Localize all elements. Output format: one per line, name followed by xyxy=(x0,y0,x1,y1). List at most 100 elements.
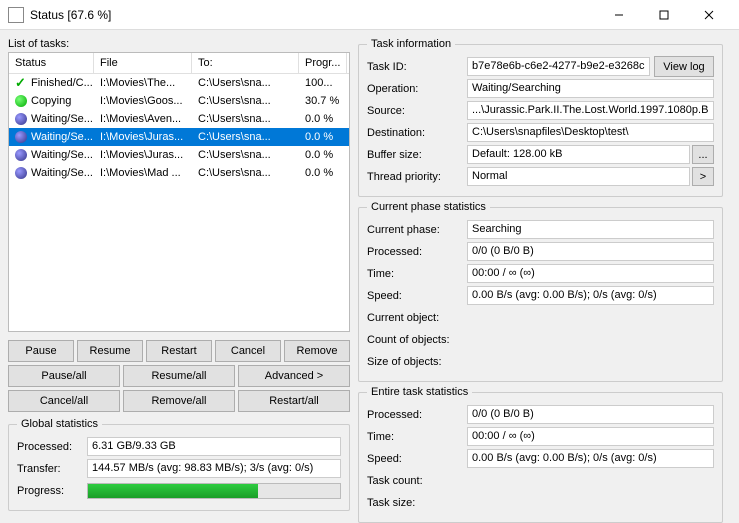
source-value: ...\Jurassic.Park.II.The.Lost.World.1997… xyxy=(467,101,714,120)
table-row[interactable]: Waiting/Se...I:\Movies\Mad ...C:\Users\s… xyxy=(9,164,349,182)
to-cell: C:\Users\sna... xyxy=(192,167,299,179)
close-button[interactable] xyxy=(686,1,731,29)
global-processed-label: Processed: xyxy=(17,441,87,453)
table-row[interactable]: Waiting/Se...I:\Movies\Juras...C:\Users\… xyxy=(9,146,349,164)
restart-button[interactable]: Restart xyxy=(146,340,212,362)
entire-tasksize-value xyxy=(467,493,714,512)
status-text: Waiting/Se... xyxy=(31,167,93,179)
phase-legend: Current phase statistics xyxy=(367,201,490,213)
minimize-button[interactable] xyxy=(596,1,641,29)
global-transfer-label: Transfer: xyxy=(17,463,87,475)
resume-all-button[interactable]: Resume/all xyxy=(123,365,235,387)
entire-processed-label: Processed: xyxy=(367,409,467,421)
priority-label: Thread priority: xyxy=(367,171,467,183)
task-information: Task information Task ID: b7e78e6b-c6e2-… xyxy=(358,38,723,197)
to-cell: C:\Users\sna... xyxy=(192,95,299,107)
view-log-button[interactable]: View log xyxy=(654,56,714,77)
global-progress-label: Progress: xyxy=(17,485,87,497)
status-text: Waiting/Se... xyxy=(31,131,93,143)
status-icon: ✓ xyxy=(15,77,27,89)
pause-button[interactable]: Pause xyxy=(8,340,74,362)
priority-button[interactable]: > xyxy=(692,167,714,186)
phase-processed-value: 0/0 (0 B/0 B) xyxy=(467,242,714,261)
global-progress-bar xyxy=(87,483,341,499)
window-title: Status [67.6 %] xyxy=(30,8,596,22)
task-list[interactable]: Status File To: Progr... ✓Finished/C...I… xyxy=(8,52,350,332)
advanced-button[interactable]: Advanced > xyxy=(238,365,350,387)
progress-cell: 0.0 % xyxy=(299,131,347,143)
to-cell: C:\Users\sna... xyxy=(192,149,299,161)
phase-count-label: Count of objects: xyxy=(367,334,467,346)
entire-legend: Entire task statistics xyxy=(367,386,472,398)
entire-time-label: Time: xyxy=(367,431,467,443)
status-icon xyxy=(15,113,27,125)
phase-size-value xyxy=(467,352,714,371)
global-transfer-value: 144.57 MB/s (avg: 98.83 MB/s); 3/s (avg:… xyxy=(87,459,341,478)
operation-label: Operation: xyxy=(367,83,467,95)
phase-time-label: Time: xyxy=(367,268,467,280)
buffer-value: Default: 128.00 kB xyxy=(467,145,690,164)
col-to[interactable]: To: xyxy=(192,53,299,73)
app-icon xyxy=(8,7,24,23)
phase-curobj-label: Current object: xyxy=(367,312,467,324)
entire-taskcount-value xyxy=(467,471,714,490)
phase-time-value: 00:00 / ∞ (∞) xyxy=(467,264,714,283)
task-info-legend: Task information xyxy=(367,38,455,50)
col-file[interactable]: File xyxy=(94,53,192,73)
destination-label: Destination: xyxy=(367,127,467,139)
task-id-value: b7e78e6b-c6e2-4277-b9e2-e3268c xyxy=(467,57,650,76)
titlebar: Status [67.6 %] xyxy=(0,0,739,30)
maximize-button[interactable] xyxy=(641,1,686,29)
list-header: Status File To: Progr... xyxy=(9,53,349,74)
progress-cell: 0.0 % xyxy=(299,113,347,125)
status-icon xyxy=(15,149,27,161)
cancel-all-button[interactable]: Cancel/all xyxy=(8,390,120,412)
file-cell: I:\Movies\Juras... xyxy=(94,149,192,161)
status-text: Copying xyxy=(31,95,71,107)
progress-cell: 100... xyxy=(299,77,347,89)
to-cell: C:\Users\sna... xyxy=(192,113,299,125)
remove-button[interactable]: Remove xyxy=(284,340,350,362)
file-cell: I:\Movies\Juras... xyxy=(94,131,192,143)
phase-speed-label: Speed: xyxy=(367,290,467,302)
table-row[interactable]: Waiting/Se...I:\Movies\Aven...C:\Users\s… xyxy=(9,110,349,128)
restart-all-button[interactable]: Restart/all xyxy=(238,390,350,412)
resume-button[interactable]: Resume xyxy=(77,340,143,362)
current-phase-statistics: Current phase statistics Current phase: S… xyxy=(358,201,723,382)
pause-all-button[interactable]: Pause/all xyxy=(8,365,120,387)
to-cell: C:\Users\sna... xyxy=(192,77,299,89)
table-row[interactable]: CopyingI:\Movies\Goos...C:\Users\sna...3… xyxy=(9,92,349,110)
operation-value: Waiting/Searching xyxy=(467,79,714,98)
phase-processed-label: Processed: xyxy=(367,246,467,258)
buffer-button[interactable]: ... xyxy=(692,145,714,164)
list-label: List of tasks: xyxy=(8,38,350,50)
table-row[interactable]: ✓Finished/C...I:\Movies\The...C:\Users\s… xyxy=(9,74,349,92)
entire-taskcount-label: Task count: xyxy=(367,475,467,487)
phase-speed-value: 0.00 B/s (avg: 0.00 B/s); 0/s (avg: 0/s) xyxy=(467,286,714,305)
destination-value: C:\Users\snapfiles\Desktop\test\ xyxy=(467,123,714,142)
table-row[interactable]: Waiting/Se...I:\Movies\Juras...C:\Users\… xyxy=(9,128,349,146)
source-label: Source: xyxy=(367,105,467,117)
phase-size-label: Size of objects: xyxy=(367,356,467,368)
status-icon xyxy=(15,131,27,143)
remove-all-button[interactable]: Remove/all xyxy=(123,390,235,412)
status-icon xyxy=(15,167,27,179)
phase-label: Current phase: xyxy=(367,224,467,236)
col-status[interactable]: Status xyxy=(9,53,94,73)
priority-value: Normal xyxy=(467,167,690,186)
global-legend: Global statistics xyxy=(17,418,102,430)
entire-processed-value: 0/0 (0 B/0 B) xyxy=(467,405,714,424)
task-id-label: Task ID: xyxy=(367,61,467,73)
entire-tasksize-label: Task size: xyxy=(367,497,467,509)
cancel-button[interactable]: Cancel xyxy=(215,340,281,362)
col-prog[interactable]: Progr... xyxy=(299,53,347,73)
global-statistics: Global statistics Processed: 6.31 GB/9.3… xyxy=(8,418,350,511)
file-cell: I:\Movies\The... xyxy=(94,77,192,89)
to-cell: C:\Users\sna... xyxy=(192,131,299,143)
progress-cell: 0.0 % xyxy=(299,149,347,161)
file-cell: I:\Movies\Mad ... xyxy=(94,167,192,179)
status-text: Waiting/Se... xyxy=(31,113,93,125)
entire-task-statistics: Entire task statistics Processed:0/0 (0 … xyxy=(358,386,723,523)
phase-curobj-value xyxy=(467,308,714,327)
status-text: Waiting/Se... xyxy=(31,149,93,161)
